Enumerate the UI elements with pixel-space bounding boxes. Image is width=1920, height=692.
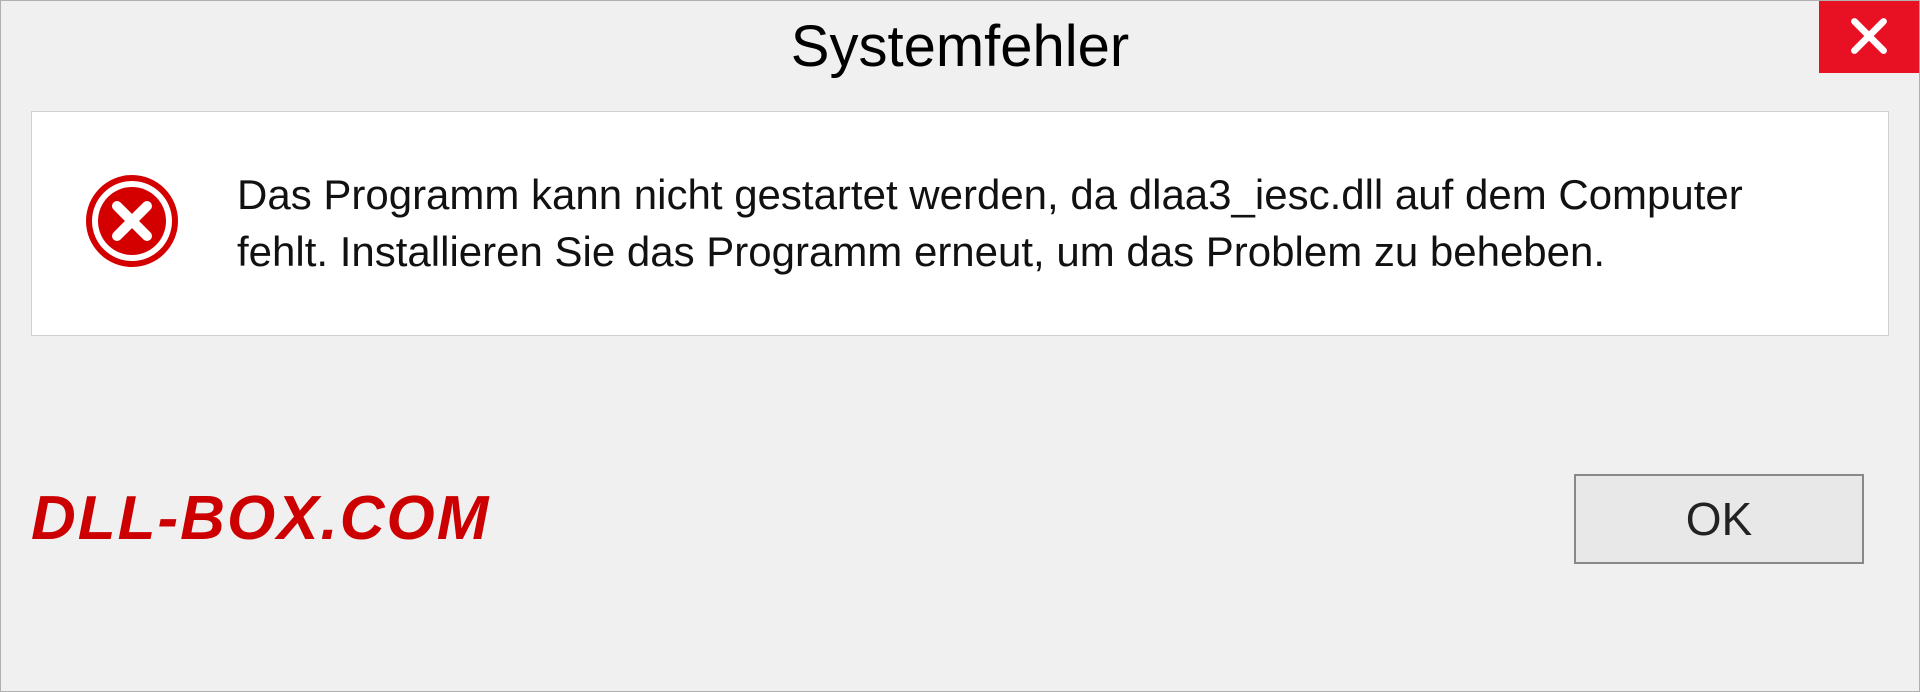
error-icon: [82, 171, 182, 276]
error-dialog: Systemfehler Das Programm kann nicht ges…: [0, 0, 1920, 692]
ok-button[interactable]: OK: [1574, 474, 1864, 564]
close-button[interactable]: [1819, 1, 1919, 73]
footer: DLL-BOX.COM OK: [1, 336, 1919, 691]
watermark-text: DLL-BOX.COM: [31, 483, 490, 554]
close-icon: [1844, 11, 1894, 64]
ok-button-label: OK: [1686, 492, 1752, 546]
error-message: Das Programm kann nicht gestartet werden…: [237, 167, 1828, 280]
dialog-title: Systemfehler: [791, 1, 1129, 80]
titlebar: Systemfehler: [1, 1, 1919, 91]
content-panel: Das Programm kann nicht gestartet werden…: [31, 111, 1889, 336]
